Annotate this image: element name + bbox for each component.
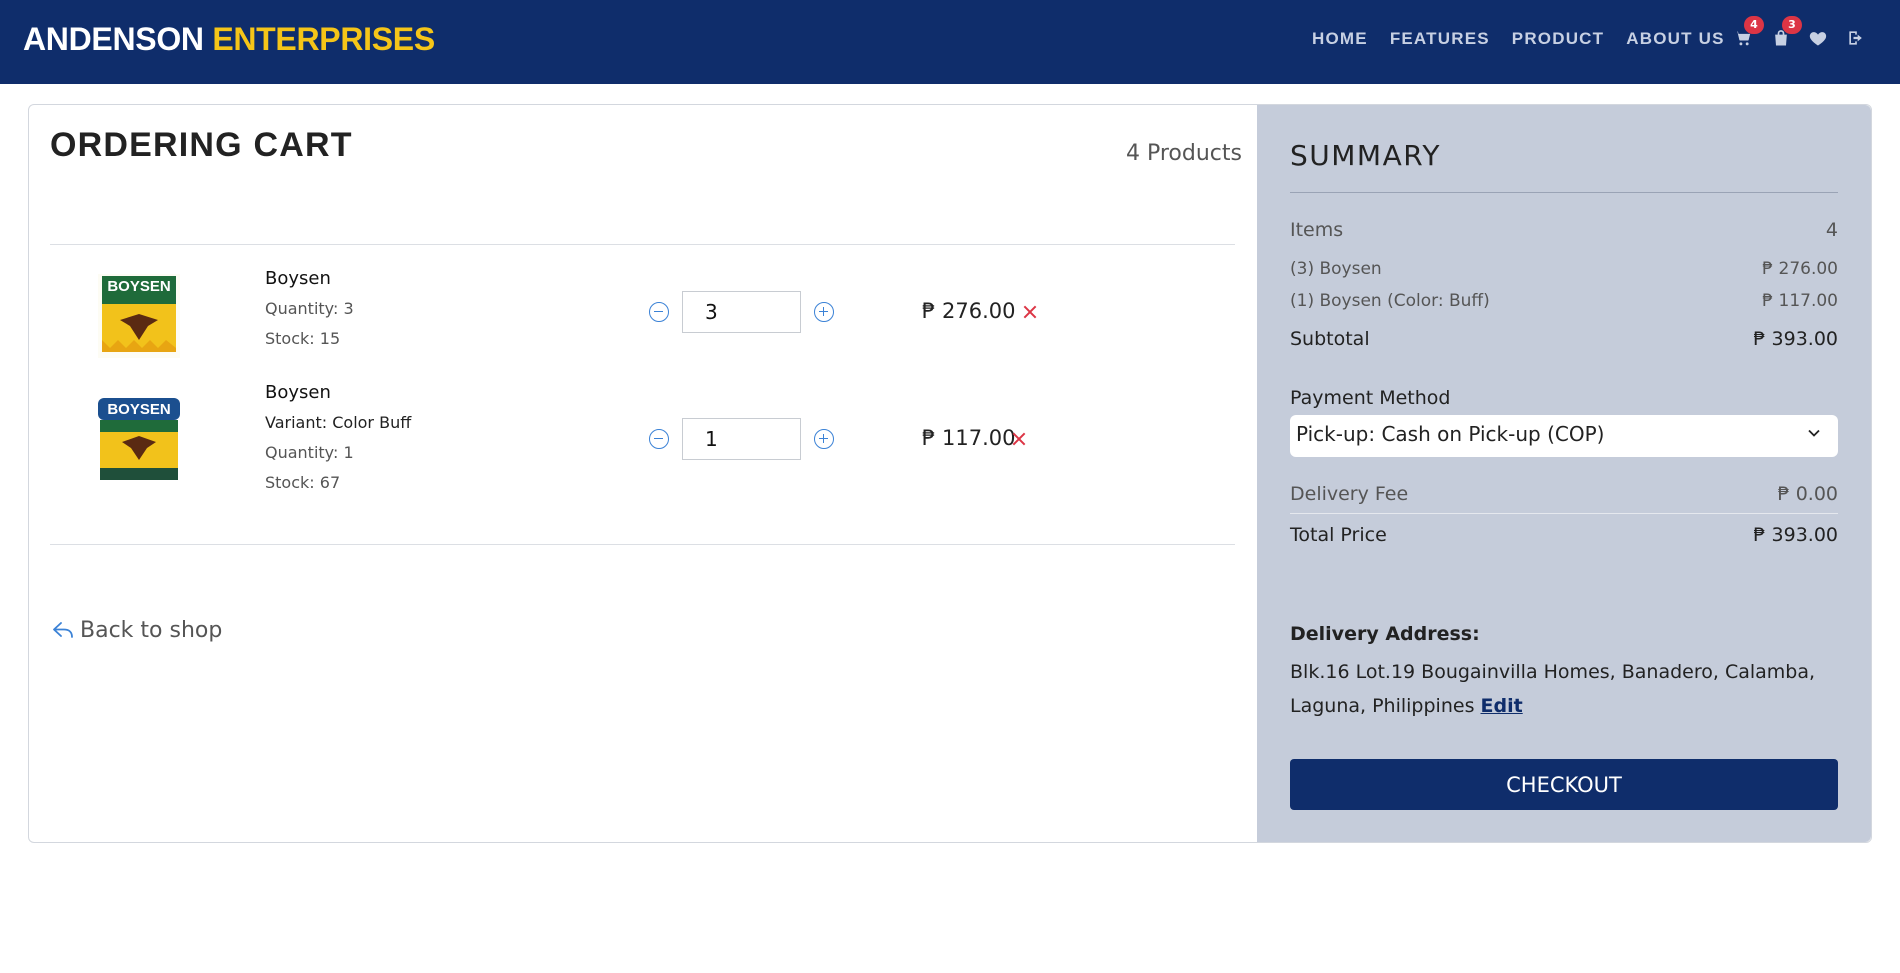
product-stock: Stock: 67	[265, 473, 341, 492]
chevron-down-icon	[1808, 429, 1820, 437]
orders-count-badge: 3	[1782, 16, 1802, 34]
summary-title: SUMMARY	[1290, 139, 1442, 172]
divider	[50, 244, 1235, 245]
total-price-label: Total Price	[1290, 524, 1387, 546]
nav-link-features[interactable]: FEATURES	[1390, 28, 1490, 50]
product-image: BOYSEN	[92, 270, 186, 358]
product-variant: Variant: Color Buff	[265, 413, 412, 432]
product-quantity: Quantity: 3	[265, 299, 354, 318]
increase-quantity-button[interactable]	[814, 429, 834, 449]
remove-item-icon[interactable]	[1021, 303, 1039, 321]
summary-line-item: (3) Boysen ₱ 276.00	[1290, 259, 1838, 279]
total-price-row: Total Price ₱ 393.00	[1290, 524, 1838, 546]
delivery-address: Blk.16 Lot.19 Bougainvilla Homes, Banade…	[1290, 655, 1838, 723]
increase-quantity-button[interactable]	[814, 302, 834, 322]
decrease-quantity-button[interactable]	[649, 429, 669, 449]
payment-method-select[interactable]: Pick-up: Cash on Pick-up (COP)	[1290, 415, 1838, 457]
brand-logo[interactable]: ANDENSON ENTERPRISES	[23, 18, 435, 60]
items-value: 4	[1825, 219, 1838, 241]
nav-link-about-us[interactable]: ABOUT US	[1626, 28, 1724, 50]
total-price-value: ₱ 393.00	[1753, 524, 1838, 546]
delivery-address-text: Blk.16 Lot.19 Bougainvilla Homes, Banade…	[1290, 661, 1816, 717]
top-navbar: ANDENSON ENTERPRISES HOME FEATURES PRODU…	[0, 0, 1900, 84]
delivery-fee-row: Delivery Fee ₱ 0.00	[1290, 483, 1838, 505]
reply-arrow-icon	[53, 622, 73, 638]
remove-item-icon[interactable]	[1010, 430, 1028, 448]
quantity-input[interactable]	[682, 418, 801, 460]
divider	[50, 544, 1235, 545]
product-image: BOYSEN	[92, 394, 186, 482]
product-name: Boysen	[265, 268, 331, 289]
delivery-fee-label: Delivery Fee	[1290, 483, 1409, 505]
cart-icon[interactable]: 4	[1731, 16, 1764, 50]
items-label: Items	[1290, 219, 1344, 241]
delivery-fee-value: ₱ 0.00	[1777, 483, 1838, 505]
item-price: ₱ 276.00	[922, 299, 1016, 323]
bag-icon[interactable]: 3	[1769, 16, 1802, 50]
summary-line-item: (1) Boysen (Color: Buff) ₱ 117.00	[1290, 291, 1838, 311]
product-stock: Stock: 15	[265, 329, 341, 348]
page-title: ORDERING CART	[50, 126, 353, 164]
summary-divider	[1290, 513, 1838, 514]
line-value: ₱ 276.00	[1762, 259, 1838, 279]
brand-name-part1: ANDENSON	[23, 21, 204, 57]
product-count: 4 Products	[1126, 141, 1242, 166]
svg-text:BOYSEN: BOYSEN	[107, 278, 170, 295]
order-summary: SUMMARY Items 4 (3) Boysen ₱ 276.00 (1) …	[1257, 105, 1871, 842]
cart-count-badge: 4	[1744, 16, 1764, 34]
product-name: Boysen	[265, 382, 331, 403]
nav-links: HOME FEATURES PRODUCT ABOUT US	[1312, 28, 1725, 50]
payment-method-value: Pick-up: Cash on Pick-up (COP)	[1296, 422, 1605, 446]
edit-address-link[interactable]: Edit	[1481, 695, 1523, 717]
summary-divider	[1290, 192, 1838, 193]
nav-link-home[interactable]: HOME	[1312, 28, 1368, 50]
subtotal-value: ₱ 393.00	[1753, 328, 1838, 350]
svg-text:BOYSEN: BOYSEN	[107, 401, 170, 418]
summary-subtotal-row: Subtotal ₱ 393.00	[1290, 328, 1838, 350]
summary-items-row: Items 4	[1290, 219, 1838, 241]
checkout-button[interactable]: CHECKOUT	[1290, 759, 1838, 810]
heart-icon[interactable]	[1806, 26, 1830, 50]
back-to-shop-label: Back to shop	[80, 618, 223, 643]
line-label: (3) Boysen	[1290, 259, 1382, 279]
payment-method-label: Payment Method	[1290, 387, 1451, 409]
item-price: ₱ 117.00	[922, 426, 1016, 450]
back-to-shop-link[interactable]: Back to shop	[52, 618, 222, 643]
decrease-quantity-button[interactable]	[649, 302, 669, 322]
delivery-address-title: Delivery Address:	[1290, 623, 1480, 645]
brand-name-part2: ENTERPRISES	[212, 21, 435, 57]
quantity-input[interactable]	[682, 291, 801, 333]
logout-icon[interactable]	[1844, 26, 1868, 50]
subtotal-label: Subtotal	[1290, 328, 1370, 350]
product-quantity: Quantity: 1	[265, 443, 354, 462]
line-value: ₱ 117.00	[1762, 291, 1838, 311]
nav-link-product[interactable]: PRODUCT	[1512, 28, 1604, 50]
line-label: (1) Boysen (Color: Buff)	[1290, 291, 1490, 311]
